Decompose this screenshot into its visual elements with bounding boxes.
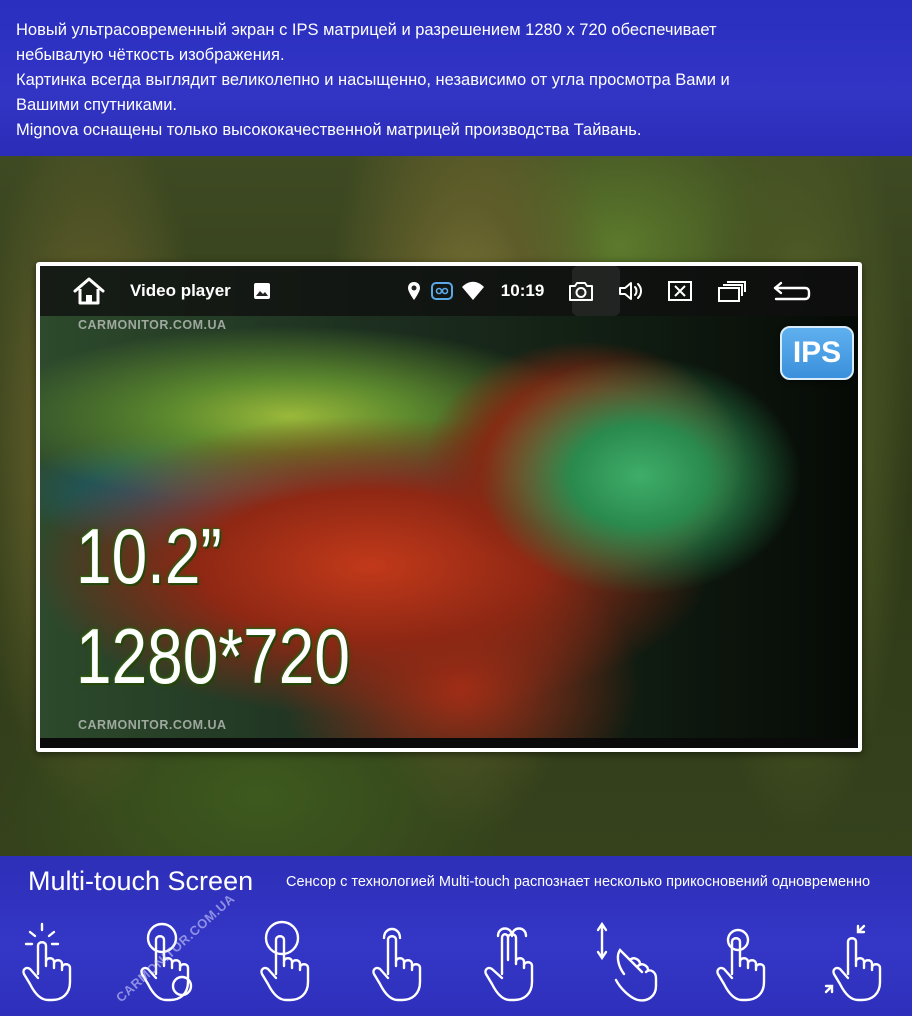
description-line-3: Картинка всегда выглядит великолепно и н… <box>16 71 730 89</box>
close-box-icon[interactable] <box>668 281 693 301</box>
tap-gesture-icon <box>18 916 94 1004</box>
app-title: Video player <box>130 281 231 300</box>
drag-gesture-icon <box>590 916 666 1004</box>
recent-apps-icon[interactable] <box>718 280 747 302</box>
multitouch-caption: Сенсор с технологией Multi-touch распозн… <box>286 874 871 890</box>
clock: 10:19 <box>500 281 545 300</box>
ips-badge: IPS <box>780 326 854 380</box>
image-icon <box>253 282 271 300</box>
back-icon[interactable] <box>772 280 812 302</box>
watermark-bottom: CARMONITOR.COM.UA <box>78 718 227 732</box>
description-line-4: Вашими спутниками. <box>16 96 178 114</box>
screen-bottom-strip <box>40 738 858 748</box>
screen-size-label: 10.2” <box>76 512 222 600</box>
status-bar: Video player 10:19 <box>40 266 858 316</box>
description-line-1: Новый ультрасовременный экран с IPS матр… <box>16 21 717 39</box>
camera-highlight <box>572 266 620 316</box>
volume-icon[interactable] <box>618 280 646 302</box>
home-icon[interactable] <box>72 276 106 306</box>
watermark-top: CARMONITOR.COM.UA <box>78 318 227 332</box>
press-gesture-icon <box>250 916 326 1004</box>
resolution-label: 1280*720 <box>76 612 350 700</box>
point-gesture-icon <box>706 916 782 1004</box>
bluetooth-icon <box>430 282 453 300</box>
location-icon <box>407 281 421 301</box>
pinch-gesture-icon <box>818 916 894 1004</box>
device-display: Video player 10:19 CARMONITOR.COM.UA IPS… <box>40 266 858 748</box>
description-line-2: небывалую чёткость изображения. <box>16 46 285 64</box>
hold-gesture-icon <box>362 916 438 1004</box>
description-line-5: Mignova оснащены только высококачественн… <box>16 121 642 139</box>
multitouch-heading: Multi-touch Screen <box>28 866 254 896</box>
device-screen-frame: Video player 10:19 CARMONITOR.COM.UA IPS… <box>36 262 862 752</box>
two-finger-gesture-icon <box>478 916 554 1004</box>
description-banner: Новый ультрасовременный экран с IPS матр… <box>0 0 912 156</box>
multitouch-banner: Multi-touch Screen Сенсор с технологией … <box>0 856 912 1016</box>
wifi-icon <box>461 281 485 301</box>
